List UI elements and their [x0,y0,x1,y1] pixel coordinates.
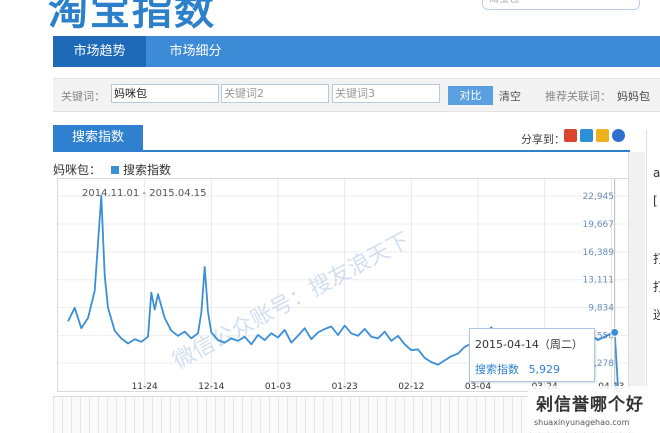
right-panel: （a[（打打迷 [646,130,660,390]
right-edge-char: 打 [653,280,660,294]
right-edge-char: 打 [653,252,660,266]
tooltip-date: 2015-04-14（周二） [475,338,583,351]
recommend-link[interactable]: 妈妈包 [617,88,650,104]
y-tick-label: 19,667 [583,220,615,230]
section-divider [53,150,630,152]
x-tick-label: 03-04 [465,382,491,391]
right-edge-char: [ [653,194,658,208]
keyword-bar: 关键词： 妈咪包 关键词2 关键词3 对比 清空 推荐关联词： 妈妈包 [53,78,660,112]
x-tick-label: 02-12 [398,382,424,391]
y-tick-label: 13,111 [583,276,615,286]
right-edge-char: a [653,166,660,180]
vertical-scrollbar[interactable] [628,152,645,397]
app-logo[interactable]: 淘宝指数 [48,0,216,36]
watermark-url: shuaxinyunagehao.com [534,418,630,427]
x-tick-label: 11-24 [132,382,158,391]
legend-keyword: 妈咪包： [53,163,102,177]
keyword-input-1[interactable]: 妈咪包 [111,84,219,103]
right-edge-char: （ [653,138,660,155]
chart-legend: 妈咪包： 搜索指数 [53,161,171,178]
recommend-label: 推荐关联词： [545,90,611,103]
hover-point [610,327,620,337]
watermark-brand-text: 剁信誉哪个好 [536,395,644,415]
keyword-input-3[interactable]: 关键词3 [332,84,440,103]
keyword-input-2[interactable]: 关键词2 [221,84,329,103]
watermark-text: 微信公众账号：搜友浪天下 [169,228,414,374]
clear-button[interactable]: 清空 [499,88,521,104]
share-label: 分享到： [521,133,565,146]
share-qzone-icon[interactable] [580,129,593,142]
watermark-brand: 剁信誉哪个好 shuaxinyunagehao.com [528,386,660,432]
y-tick-label: 16,389 [583,248,615,258]
share-renren-icon[interactable] [612,129,625,142]
x-tick-label: 01-03 [265,382,291,391]
y-tick-label: 9,834 [588,304,614,314]
tooltip-series-row: 搜索指数 5,929 [475,361,560,377]
legend-swatch [111,166,120,174]
x-tick-label: 01-23 [332,382,358,391]
share-weibo-icon[interactable] [564,129,577,142]
y-tick-label: 22,945 [583,192,615,202]
section-title-search-index[interactable]: 搜索指数 [53,125,143,151]
right-edge-char: （ [653,222,660,239]
x-tick-label: 12-14 [198,382,224,391]
share-star-icon[interactable] [596,129,609,142]
tab-market-trend[interactable]: 市场趋势 [53,36,146,67]
right-edge-char: 迷 [653,308,660,322]
top-search-input[interactable]: 淘宝包 [482,0,640,10]
chart-tooltip: 2015-04-14（周二） 搜索指数 5,929 [469,328,595,382]
legend-series-label: 搜索指数 [123,163,172,177]
tooltip-value: 5,929 [528,363,561,376]
tooltip-series-label: 搜索指数 [475,363,519,376]
keyword-label: 关键词： [61,90,105,103]
main-nav: 市场趋势 市场细分 [53,36,660,67]
compare-button[interactable]: 对比 [448,86,493,105]
tab-market-segment[interactable]: 市场细分 [146,36,245,67]
